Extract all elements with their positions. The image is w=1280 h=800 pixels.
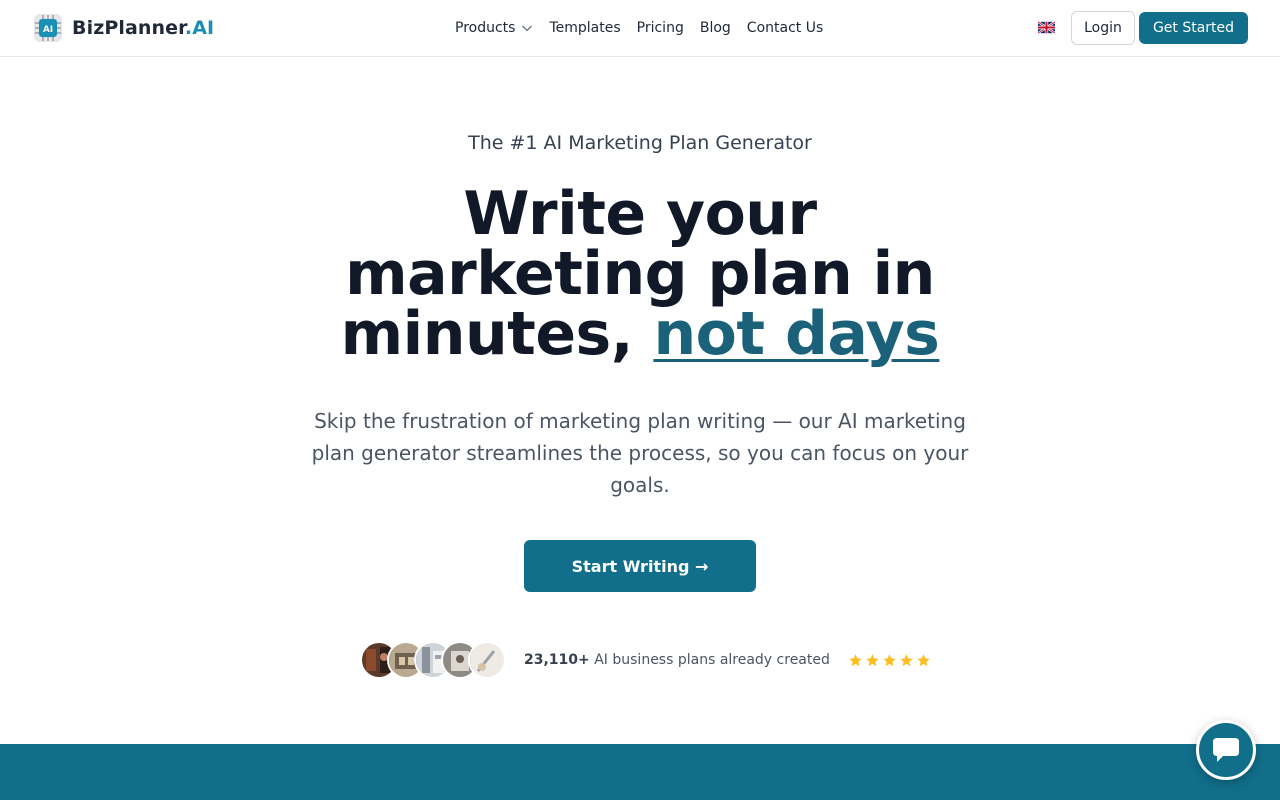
get-started-button[interactable]: Get Started — [1139, 12, 1248, 44]
star-icon — [849, 653, 862, 666]
nav-pricing[interactable]: Pricing — [637, 20, 684, 36]
plans-created-text: 23,110+ AI business plans already create… — [524, 652, 830, 668]
brand-logo[interactable]: AI BizPlanner.AI — [32, 12, 214, 44]
star-icon — [900, 653, 913, 666]
start-writing-button[interactable]: Start Writing → — [524, 540, 756, 592]
plans-label: AI business plans already created — [594, 652, 830, 668]
nav-templates-label: Templates — [549, 20, 621, 36]
hero-subtext: Skip the frustration of marketing plan w… — [311, 409, 969, 497]
social-proof: 23,110+ AI business plans already create… — [360, 640, 933, 680]
avatar — [468, 641, 506, 679]
nav-contact-label: Contact Us — [746, 20, 824, 36]
nav-contact-us[interactable]: Contact Us — [747, 20, 823, 36]
main-nav: Products Templates Pricing Blog Contact … — [455, 0, 839, 56]
rating-stars — [848, 653, 933, 668]
plans-count: 23,110+ — [524, 652, 590, 668]
nav-pricing-label: Pricing — [636, 20, 684, 36]
hero-headline: Write your marketing plan in minutes, no… — [290, 184, 990, 364]
uk-flag-icon[interactable] — [1038, 21, 1055, 34]
avatar-group — [360, 641, 506, 679]
chat-bubble-icon — [1213, 738, 1239, 762]
nav-templates[interactable]: Templates — [549, 20, 620, 36]
nav-products-label: Products — [455, 20, 516, 36]
site-header: AI BizPlanner.AI Products Templates Pric… — [0, 0, 1280, 57]
chat-launcher[interactable] — [1196, 720, 1256, 780]
ai-chip-logo-icon: AI — [34, 14, 62, 42]
features-band — [0, 744, 1280, 800]
svg-text:AI: AI — [43, 25, 53, 35]
brand-name: BizPlanner.AI — [72, 17, 215, 39]
nav-blog[interactable]: Blog — [700, 20, 731, 36]
headline-highlight: not days — [653, 299, 940, 369]
hero-eyebrow: The #1 AI Marketing Plan Generator — [468, 132, 812, 154]
chevron-down-icon — [522, 25, 533, 32]
login-button[interactable]: Login — [1071, 11, 1135, 45]
star-icon — [883, 653, 896, 666]
nav-products[interactable]: Products — [455, 20, 533, 36]
star-icon — [866, 653, 879, 666]
nav-blog-label: Blog — [699, 20, 731, 36]
star-icon — [917, 653, 930, 666]
